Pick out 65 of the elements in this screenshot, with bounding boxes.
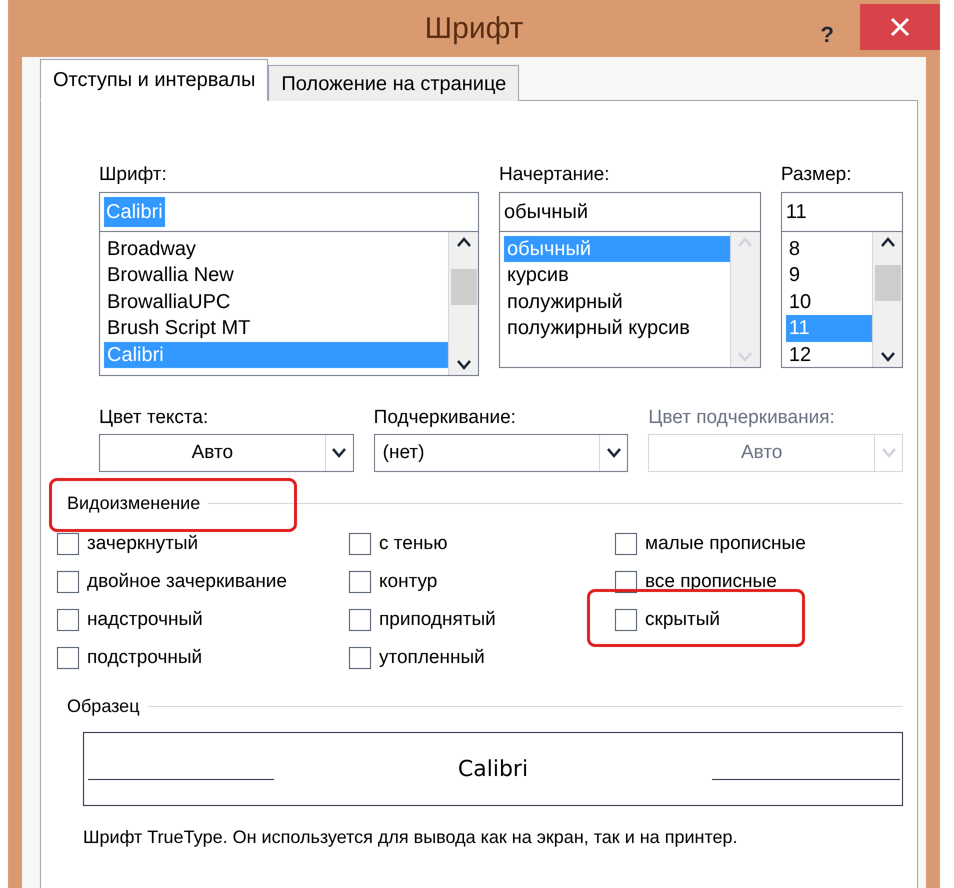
- field-label: Начертание:: [499, 163, 611, 187]
- dropdown-label: Цвет подчеркивания:: [648, 406, 836, 430]
- list-item[interactable]: 9: [786, 262, 872, 288]
- help-button[interactable]: ?: [820, 18, 834, 51]
- text-field[interactable]: 11: [780, 192, 903, 232]
- section-title: Образец: [67, 695, 141, 718]
- list-item[interactable]: Brush Script MT: [104, 315, 448, 342]
- checkbox-label: зачеркнутый: [87, 532, 198, 556]
- dropdown[interactable]: (нет): [374, 434, 628, 472]
- field-value: 11: [786, 200, 807, 224]
- tab[interactable]: Положение на странице: [268, 65, 520, 101]
- checkbox[interactable]: [349, 571, 371, 593]
- close-button[interactable]: [860, 4, 940, 50]
- checkbox-label: малые прописные: [645, 532, 806, 556]
- checkbox-label: все прописные: [645, 570, 777, 594]
- dropdown[interactable]: Авто: [99, 434, 354, 472]
- dropdown-label: Подчеркивание:: [374, 406, 517, 430]
- scroll-thumb[interactable]: [874, 265, 900, 301]
- list-item[interactable]: 8: [786, 236, 872, 262]
- checkbox[interactable]: [615, 609, 637, 631]
- window-title: Шрифт: [424, 11, 524, 47]
- scroll-thumb[interactable]: [450, 269, 477, 305]
- list-item[interactable]: 10: [786, 288, 872, 315]
- checkbox[interactable]: [57, 609, 79, 631]
- checkbox-label: контур: [379, 570, 438, 594]
- checkbox[interactable]: [349, 609, 371, 631]
- checkbox-label: скрытый: [645, 608, 720, 632]
- checkbox[interactable]: [615, 533, 637, 555]
- field-label: Шрифт:: [99, 163, 168, 187]
- checkbox-label: подстрочный: [87, 646, 202, 670]
- checkbox-label: приподнятый: [379, 608, 496, 632]
- list-item[interactable]: 12: [786, 342, 872, 368]
- dropdown-value: Авто: [740, 440, 784, 465]
- checkbox[interactable]: [57, 571, 79, 593]
- list-item[interactable]: Browallia New: [104, 262, 448, 288]
- section-title: Видоизменение: [67, 492, 202, 515]
- field-value: обычный: [504, 200, 588, 224]
- list-item[interactable]: Broadway: [104, 236, 448, 262]
- scrollbar[interactable]: [872, 232, 902, 366]
- list-item[interactable]: курсив: [504, 262, 730, 288]
- checkbox-label: надстрочный: [87, 608, 203, 632]
- field-label: Размер:: [780, 163, 853, 187]
- font-description: Шрифт TrueType. Он используется для вывода как на экран, так и на принтер.: [83, 826, 739, 849]
- checkbox[interactable]: [57, 647, 79, 669]
- checkbox-label: с тенью: [379, 532, 448, 556]
- checkbox[interactable]: [349, 647, 371, 669]
- close-icon: [889, 16, 911, 38]
- caret-icon: [880, 447, 897, 459]
- checkbox[interactable]: [57, 533, 79, 555]
- checkbox-label: утопленный: [379, 646, 485, 670]
- checkbox-label: двойное зачеркивание: [87, 570, 287, 594]
- dropdown-value: (нет): [382, 440, 426, 465]
- text-field[interactable]: обычный: [499, 192, 761, 232]
- scrollbar[interactable]: [448, 232, 478, 374]
- field-value: Calibri: [104, 196, 165, 226]
- caret-icon: [331, 447, 348, 459]
- sample-text: Calibri: [458, 756, 528, 784]
- list-item[interactable]: BrowalliaUPC: [104, 288, 448, 315]
- list-item[interactable]: полужирный курсив: [504, 315, 730, 342]
- dropdown-label: Цвет текста:: [99, 406, 210, 430]
- caret-icon: [606, 447, 622, 459]
- list-item[interactable]: полужирный: [504, 288, 730, 315]
- dropdown-value: Авто: [190, 440, 234, 465]
- tab[interactable]: Отступы и интервалы: [40, 59, 268, 101]
- checkbox[interactable]: [349, 533, 371, 555]
